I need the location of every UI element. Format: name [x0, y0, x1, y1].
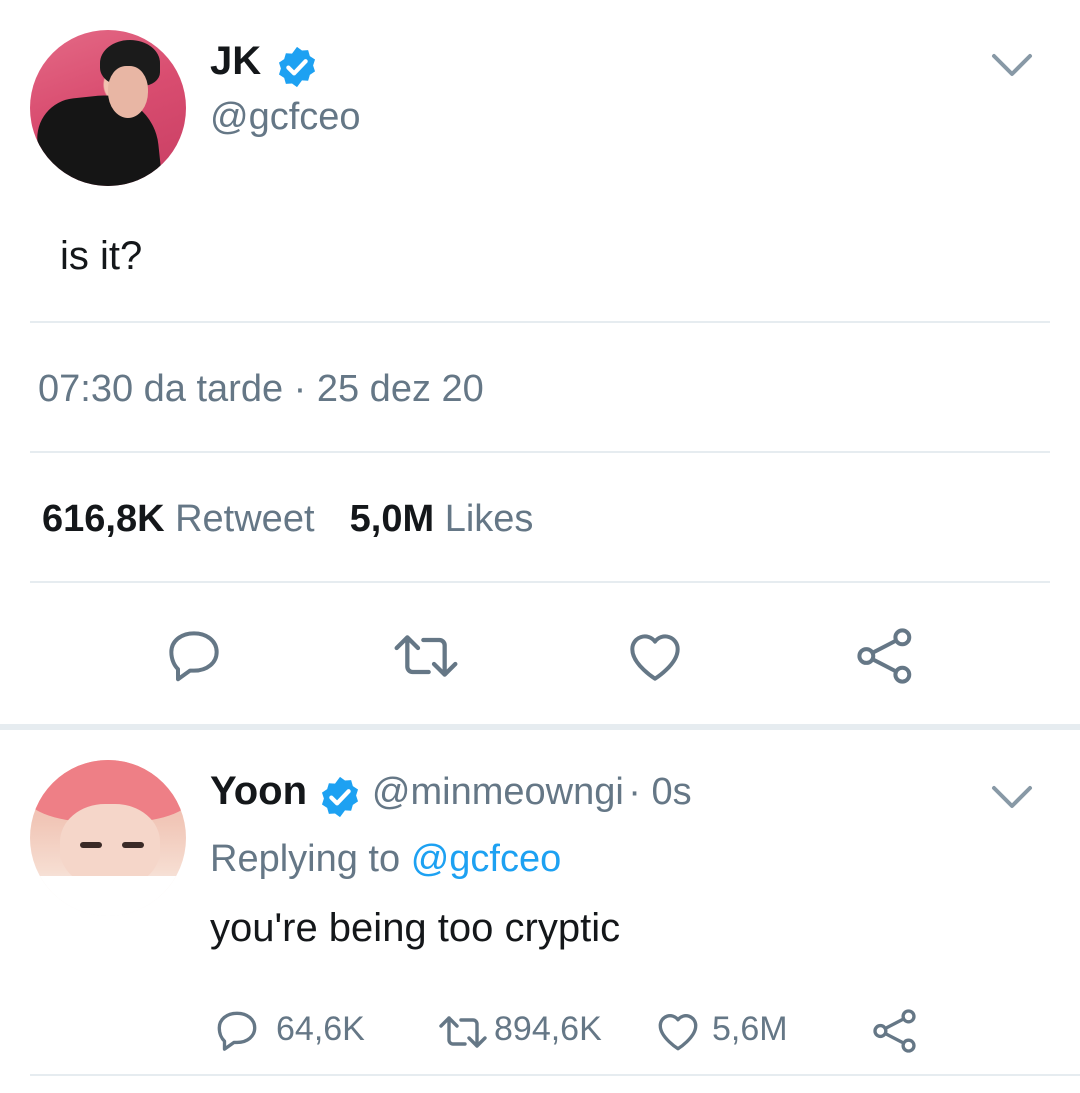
reply-author-name[interactable]: Yoon: [210, 769, 307, 813]
divider: [30, 321, 1050, 323]
reply-header: Yoon @minmeowngi · 0s: [210, 768, 692, 817]
divider: [30, 1074, 1080, 1076]
like-icon[interactable]: [622, 624, 688, 688]
reply-author-avatar[interactable]: [30, 760, 186, 916]
reply-icon[interactable]: [212, 1006, 262, 1056]
section-divider: [0, 724, 1080, 730]
chevron-down-icon[interactable]: [990, 50, 1034, 80]
reply-author-handle[interactable]: @minmeowngi: [372, 771, 624, 813]
tweet-stats: 616,8K Retweet 5,0M Likes: [42, 498, 533, 541]
share-icon[interactable]: [870, 1006, 920, 1056]
replying-to-line: Replying to @gcfceo: [210, 838, 561, 881]
author-name-row: JK: [210, 38, 320, 87]
like-count: 5,6M: [712, 1010, 788, 1048]
retweet-count: 894,6K: [494, 1010, 602, 1048]
replying-to-handle[interactable]: @gcfceo: [411, 838, 562, 880]
like-icon[interactable]: [652, 1006, 704, 1056]
retweet-icon[interactable]: [432, 1008, 494, 1056]
retweets-count[interactable]: 616,8K: [42, 498, 165, 540]
reply-icon[interactable]: [162, 624, 226, 688]
author-handle[interactable]: @gcfceo: [210, 96, 361, 139]
replying-to-label: Replying to: [210, 838, 401, 880]
tweet-timestamp[interactable]: 07:30 da tarde · 25 dez 20: [38, 368, 484, 411]
tweet-text: is it?: [60, 234, 143, 278]
retweets-label[interactable]: Retweet: [175, 498, 314, 540]
likes-label[interactable]: Likes: [445, 498, 534, 540]
reply-count: 64,6K: [276, 1010, 365, 1048]
verified-badge-icon: [322, 776, 359, 817]
verified-badge-icon: [278, 46, 315, 87]
author-avatar[interactable]: [30, 30, 186, 186]
author-name[interactable]: JK: [210, 39, 261, 83]
divider: [30, 581, 1050, 583]
share-icon[interactable]: [852, 624, 918, 688]
retweet-icon[interactable]: [386, 624, 466, 688]
reply-time[interactable]: · 0s: [628, 771, 691, 813]
divider: [30, 451, 1050, 453]
reply-text: you're being too cryptic: [210, 906, 621, 950]
likes-count[interactable]: 5,0M: [350, 498, 434, 540]
chevron-down-icon[interactable]: [990, 782, 1034, 812]
